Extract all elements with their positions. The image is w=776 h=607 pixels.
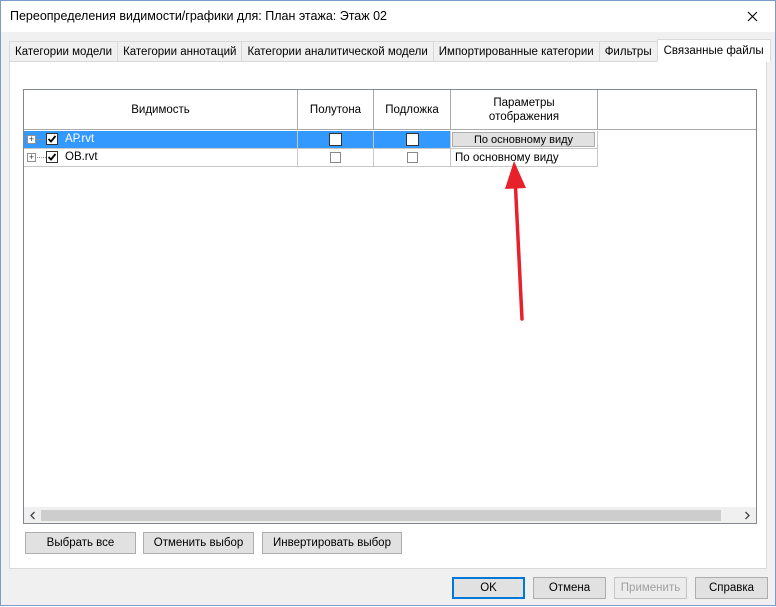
tab-analytical-model-categories[interactable]: Категории аналитической модели	[241, 41, 433, 62]
linked-files-panel: Видимость Полутона Подложка Параметры от…	[9, 61, 767, 569]
column-header-halftone[interactable]: Полутона	[298, 90, 374, 130]
window-title: Переопределения видимости/графики для: П…	[10, 9, 387, 23]
tab-annotation-categories[interactable]: Категории аннотаций	[117, 41, 242, 62]
scrollbar-thumb[interactable]	[41, 510, 721, 521]
chevron-right-icon[interactable]	[742, 510, 753, 521]
row-name-cell[interactable]: + ОВ.rvt	[24, 149, 298, 166]
tree-connector	[37, 139, 46, 140]
display-settings-button[interactable]: По основному виду	[452, 132, 595, 147]
column-header-display-settings[interactable]: Параметры отображения	[451, 90, 598, 130]
visibility-checkbox[interactable]	[46, 133, 58, 145]
checkmark-icon	[47, 153, 57, 161]
halftone-cell	[298, 149, 374, 166]
dialog-window: Переопределения видимости/графики для: П…	[0, 0, 776, 606]
chevron-left-icon[interactable]	[27, 510, 38, 521]
ok-button[interactable]: OK	[452, 577, 525, 599]
tree-connector	[37, 157, 46, 158]
column-header-visibility[interactable]: Видимость	[24, 90, 298, 130]
row-label: АР.rvt	[65, 133, 95, 145]
display-settings-cell: По основному виду	[451, 131, 598, 148]
halftone-checkbox[interactable]	[329, 133, 342, 146]
tab-strip: Категории модели Категории аннотаций Кат…	[9, 39, 771, 62]
underlay-checkbox[interactable]	[406, 152, 418, 163]
table-row[interactable]: + АР.rvt По основному виду	[24, 131, 598, 149]
tab-linked-files[interactable]: Связанные файлы	[656, 39, 771, 62]
invert-selection-button[interactable]: Инвертировать выбор	[262, 532, 402, 554]
title-bar: Переопределения видимости/графики для: П…	[1, 1, 775, 32]
close-button[interactable]	[729, 1, 775, 31]
plus-icon[interactable]: +	[27, 135, 36, 144]
help-button[interactable]: Справка	[695, 577, 768, 599]
linked-files-grid: Видимость Полутона Подложка Параметры от…	[23, 89, 757, 524]
table-row[interactable]: + ОВ.rvt По основному виду	[24, 149, 598, 167]
apply-button[interactable]: Применить	[614, 577, 687, 599]
plus-icon[interactable]: +	[27, 153, 36, 162]
underlay-checkbox[interactable]	[405, 133, 419, 146]
column-header-underlay[interactable]: Подложка	[374, 90, 451, 130]
halftone-cell	[298, 131, 374, 148]
deselect-button[interactable]: Отменить выбор	[143, 532, 254, 554]
underlay-cell	[374, 131, 451, 148]
tab-imported-categories[interactable]: Импортированные категории	[432, 41, 599, 62]
halftone-checkbox[interactable]	[330, 152, 341, 163]
tab-filters[interactable]: Фильтры	[598, 41, 657, 62]
display-settings-value: По основному виду	[455, 151, 559, 164]
horizontal-scrollbar[interactable]	[24, 507, 756, 523]
cancel-button[interactable]: Отмена	[533, 577, 606, 599]
grid-header: Видимость Полутона Подложка Параметры от…	[24, 90, 756, 130]
close-icon	[747, 11, 757, 21]
visibility-checkbox[interactable]	[46, 151, 58, 163]
row-name-cell[interactable]: + АР.rvt	[24, 131, 298, 148]
checkmark-icon	[47, 135, 57, 143]
underlay-cell	[374, 149, 451, 166]
display-settings-cell[interactable]: По основному виду	[451, 149, 598, 166]
row-label: ОВ.rvt	[65, 151, 98, 163]
select-all-button[interactable]: Выбрать все	[25, 532, 136, 554]
tab-model-categories[interactable]: Категории модели	[9, 41, 118, 62]
